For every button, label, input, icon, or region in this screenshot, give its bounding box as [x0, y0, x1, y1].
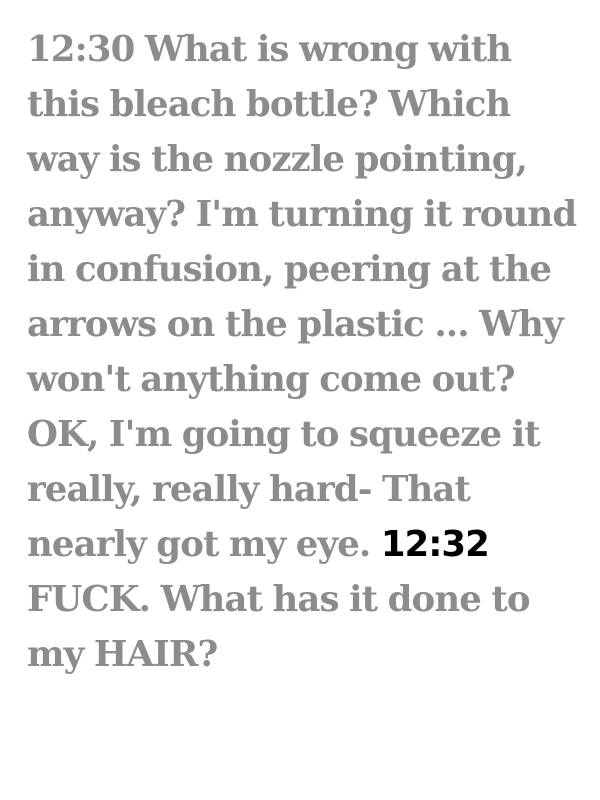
time-start: 12:30: [27, 29, 135, 70]
time-highlight: 12:32: [380, 524, 490, 565]
passage-text-before-highlight: What is wrong with this bleach bottle? W…: [27, 29, 577, 565]
quote-passage: 12:30 What is wrong with this bleach bot…: [27, 22, 577, 682]
passage-text-after-highlight: FUCK. What has it done to my HAIR?: [27, 579, 531, 675]
page: 12:30 What is wrong with this bleach bot…: [27, 22, 577, 682]
